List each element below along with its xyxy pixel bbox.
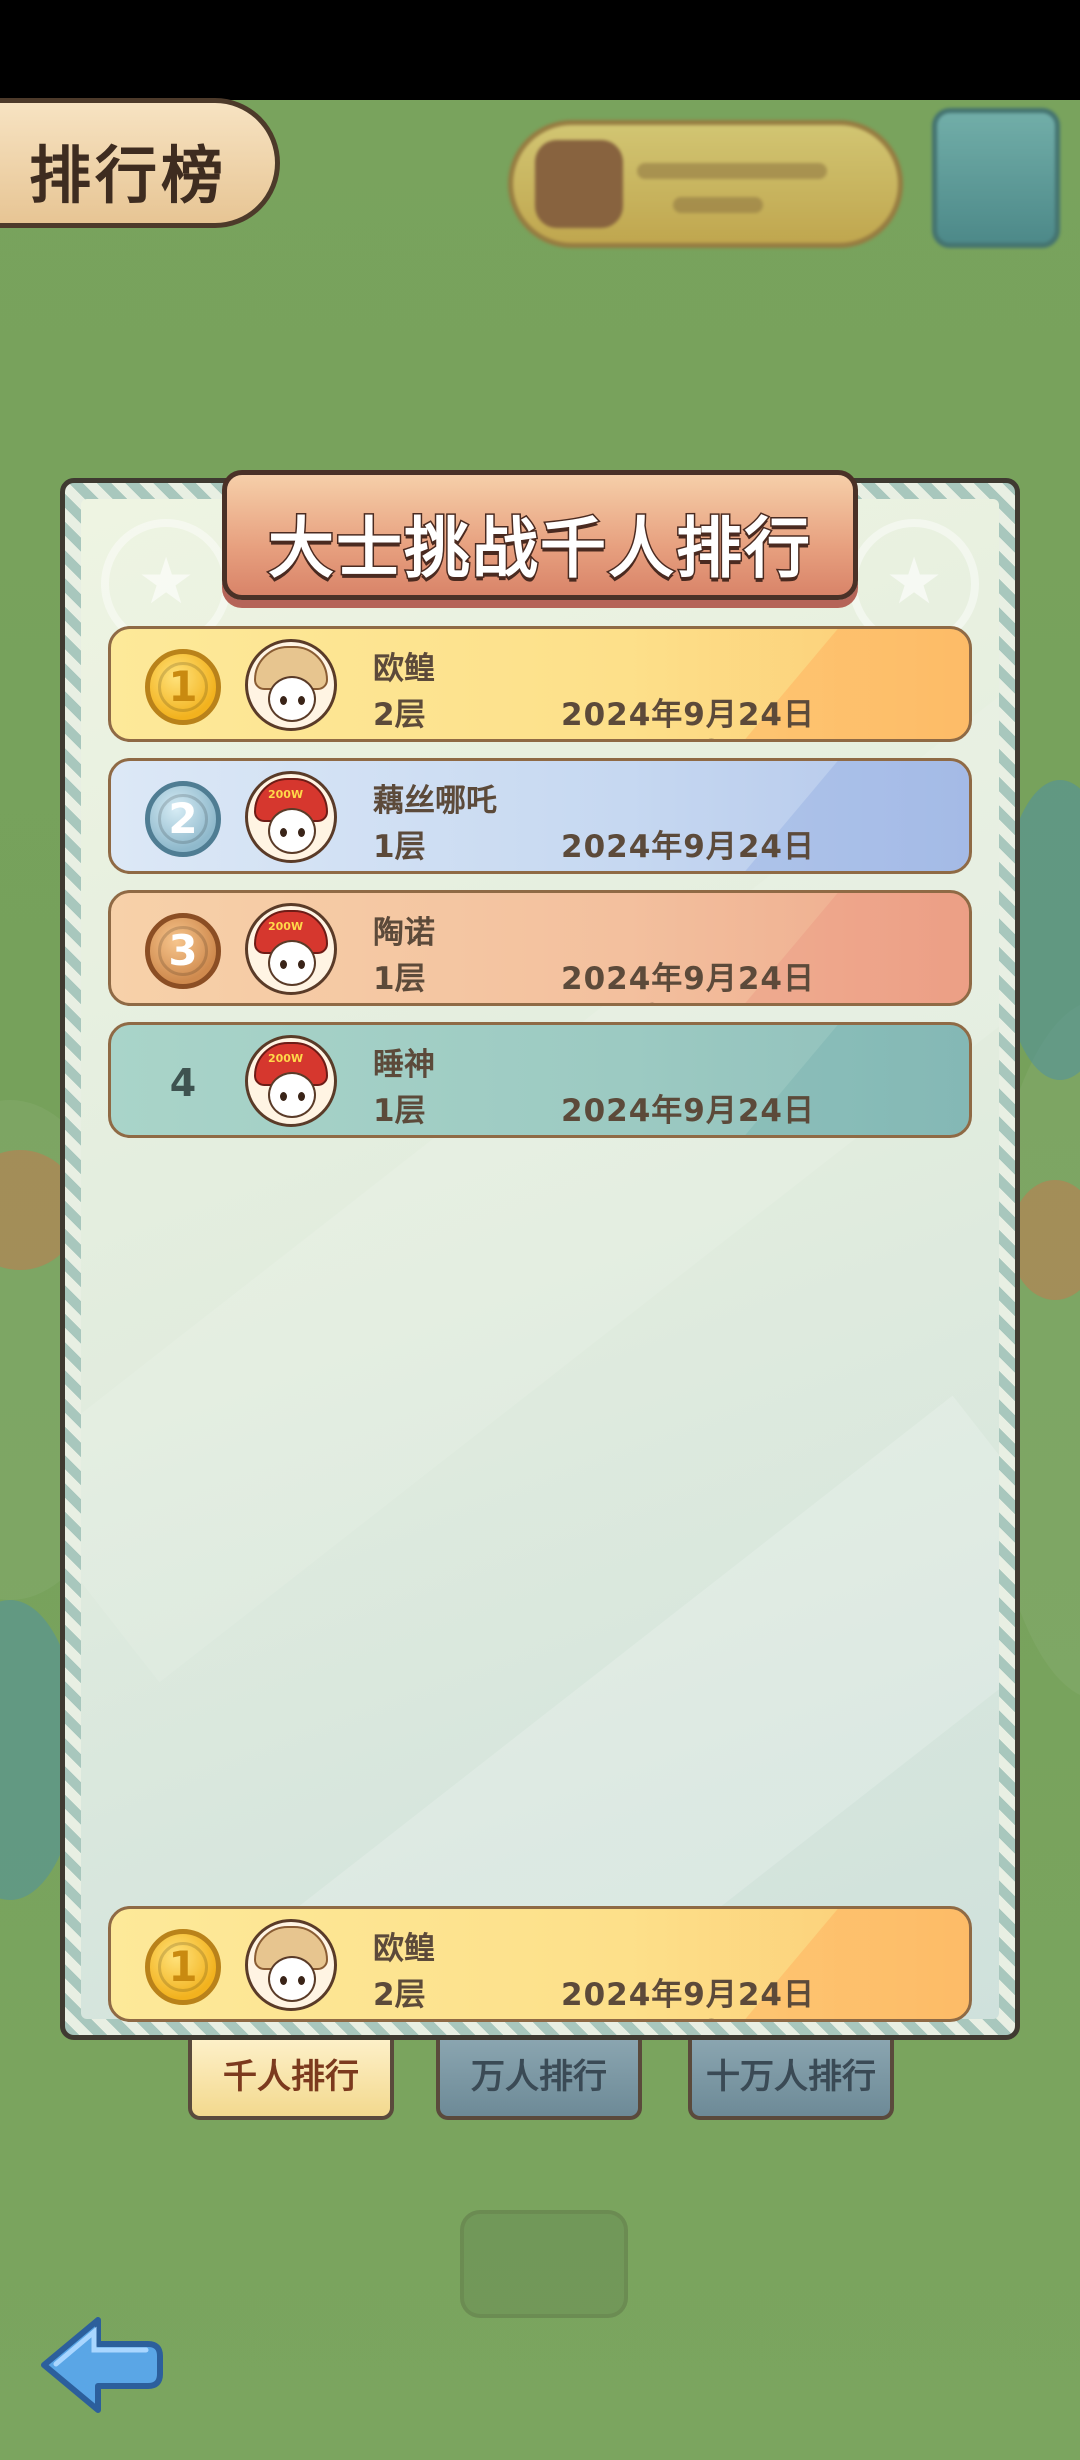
gold-medal-icon: 1 [145, 649, 221, 725]
ranking-row[interactable]: 1 欧鳇 2层 2024年9月24日12:11:38 [108, 626, 972, 742]
player-floor: 1层 [373, 1093, 426, 1129]
screen-title-ribbon: 排行榜 [0, 98, 280, 228]
player-name: 陶诺 [373, 915, 435, 951]
record-time: 2024年9月24日12:11:38 [561, 697, 815, 739]
challenge-progress-widget[interactable] [508, 120, 903, 248]
player-floor: 1层 [373, 961, 426, 997]
record-time: 2024年9月24日12:11:38 [561, 1977, 815, 2019]
bronze-medal-icon: 3 [145, 913, 221, 989]
player-name: 藕丝哪吒 [373, 783, 497, 819]
my-ranking-row[interactable]: 1 欧鳇 2层 2024年9月24日12:11:38 [108, 1906, 972, 2022]
leaderboard-chart-button[interactable] [932, 108, 1060, 248]
ranking-row[interactable]: 3 200W 陶诺 1层 2024年9月24日11:59:26 [108, 890, 972, 1006]
tab-hundred-thousand[interactable]: 十万人排行 [688, 2040, 894, 2120]
gift-icon [535, 140, 623, 228]
player-floor: 2层 [373, 697, 426, 733]
ranking-row[interactable]: 4 200W 睡神 1层 2024年9月24日12:04:04 [108, 1022, 972, 1138]
record-time: 2024年9月24日11:47:01 [561, 829, 815, 871]
silver-medal-icon: 2 [145, 781, 221, 857]
record-time: 2024年9月24日12:04:04 [561, 1093, 815, 1135]
player-name: 睡神 [373, 1047, 435, 1083]
player-floor: 1层 [373, 829, 426, 865]
status-bar [0, 0, 1080, 100]
ranking-row[interactable]: 2 200W 藕丝哪吒 1层 2024年9月24日11:47:01 [108, 758, 972, 874]
panel-title: 大士挑战千人排行 [267, 509, 812, 589]
panel-title-banner: 大士挑战千人排行 [222, 470, 858, 600]
gold-medal-icon: 1 [145, 1929, 221, 2005]
record-time: 2024年9月24日11:59:26 [561, 961, 815, 1003]
avatar[interactable]: 200W [245, 1035, 337, 1127]
player-name: 欧鳇 [373, 1931, 435, 1967]
screen-title: 排行榜 [29, 139, 228, 212]
player-floor: 2层 [373, 1977, 426, 2013]
avatar[interactable] [245, 639, 337, 731]
player-name: 欧鳇 [373, 651, 435, 687]
avatar[interactable] [245, 1919, 337, 2011]
tab-thousand[interactable]: 千人排行 [188, 2040, 394, 2120]
avatar[interactable]: 200W [245, 903, 337, 995]
rank-number: 4 [169, 1061, 197, 1105]
tab-ten-thousand[interactable]: 万人排行 [436, 2040, 642, 2120]
back-arrow-icon[interactable] [36, 2310, 166, 2420]
avatar[interactable]: 200W [245, 771, 337, 863]
